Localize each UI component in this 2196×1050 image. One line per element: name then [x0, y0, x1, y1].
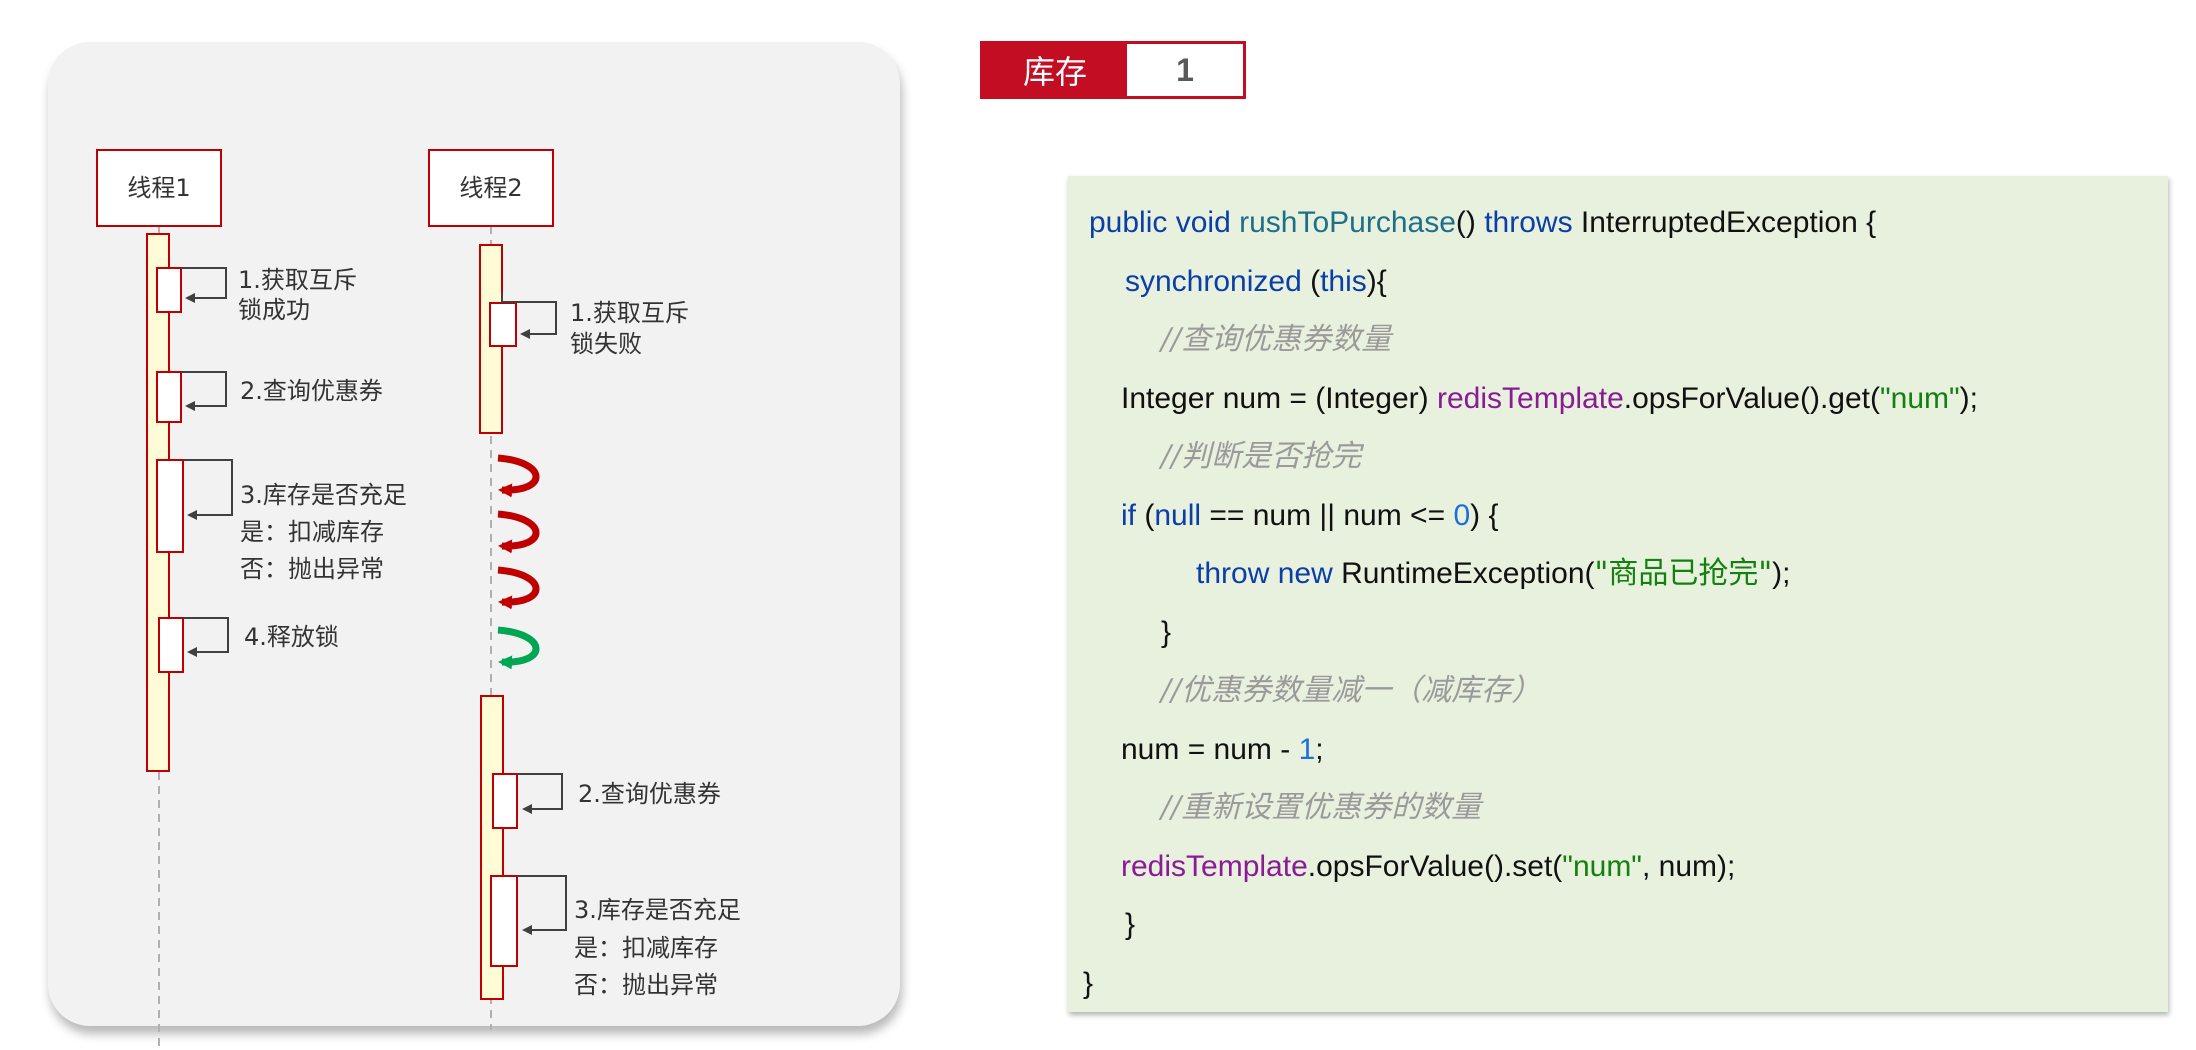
thread1-step-2-label: 2.查询优惠券: [240, 377, 383, 405]
thread1-step-3: [156, 459, 233, 553]
retry-arrow-icon: [497, 566, 540, 610]
thread2-step-2: [492, 773, 563, 829]
thread1-step-3-label: 3.库存是否充足 是：扣减库存 否：抛出异常: [240, 481, 415, 583]
code-comment-2: //判断是否抢完: [1161, 439, 1362, 474]
code-line-14: }: [1083, 967, 1094, 1000]
code-comment-3: //优惠券数量减一（减库存）: [1161, 673, 1542, 708]
stock-indicator: 库存 1: [980, 41, 1246, 99]
thread1-step-2: [156, 371, 227, 423]
code-line-10: num = num - 1;: [1121, 733, 1324, 766]
thread2-step-1-label: 1.获取互斥 锁失败: [570, 299, 697, 358]
thread1-step-4: [158, 617, 229, 673]
sequence-diagram: 线程1 线程2 1.获取互斥 锁成功 2.查询优惠券 3.库存是否充足 是：扣减…: [96, 149, 749, 1050]
code-comment-1: //查询优惠券数量: [1161, 322, 1392, 357]
code-line-7: throw new RuntimeException("商品已抢完");: [1196, 556, 1791, 591]
code-line-13: }: [1125, 908, 1136, 941]
code-comment-4: //重新设置优惠券的数量: [1161, 790, 1482, 825]
thread1-header: 线程1: [96, 149, 222, 227]
thread1-title: 线程1: [127, 174, 190, 202]
thread2-step-3-label: 3.库存是否充足 是：扣减库存 否：抛出异常: [574, 896, 749, 999]
retry-arrow-icon: [497, 510, 540, 554]
code-line-1: public void rushToPurchase() throws Inte…: [1089, 206, 1877, 239]
thread2-header: 线程2: [428, 149, 554, 227]
retry-arrow-icon: [497, 454, 540, 498]
thread1-step-1: [156, 267, 227, 313]
code-line-2: synchronized (this){: [1125, 265, 1387, 298]
thread2-step-3: [490, 875, 567, 967]
code-line-12: redisTemplate.opsForValue().set("num", n…: [1121, 850, 1736, 883]
thread2-step-2-label: 2.查询优惠券: [578, 780, 721, 808]
stock-value: 1: [1176, 51, 1194, 88]
thread1-step-1-label: 1.获取互斥 锁成功: [238, 266, 365, 324]
stock-label: 库存: [983, 44, 1127, 96]
code-line-4: Integer num = (Integer) redisTemplate.op…: [1121, 382, 1978, 415]
thread2-title: 线程2: [459, 174, 522, 202]
code-block: public void rushToPurchase() throws Inte…: [1068, 176, 2168, 1012]
code-line-8: }: [1161, 616, 1172, 649]
success-arrow-icon: [497, 626, 540, 670]
thread1-step-4-label: 4.释放锁: [244, 623, 339, 651]
code-line-6: if (null == num || num <= 0) {: [1121, 499, 1499, 532]
